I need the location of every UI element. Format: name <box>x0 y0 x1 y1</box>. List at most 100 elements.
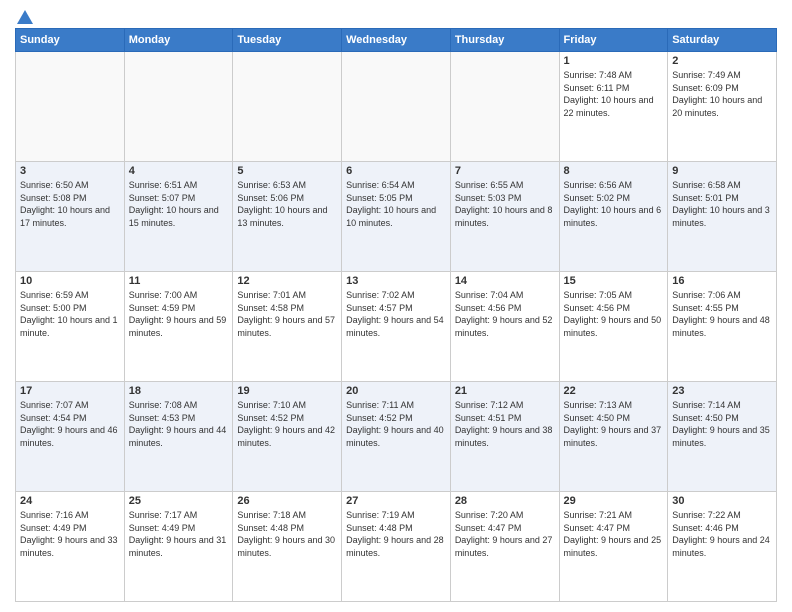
day-number: 23 <box>672 385 772 397</box>
day-number: 1 <box>564 55 664 67</box>
calendar-day-cell <box>233 52 342 162</box>
calendar-table: SundayMondayTuesdayWednesdayThursdayFrid… <box>15 28 777 602</box>
calendar-header-row: SundayMondayTuesdayWednesdayThursdayFrid… <box>16 29 777 52</box>
day-info: Sunrise: 7:49 AMSunset: 6:09 PMDaylight:… <box>672 69 772 119</box>
calendar-day-cell: 25Sunrise: 7:17 AMSunset: 4:49 PMDayligh… <box>124 492 233 602</box>
day-info: Sunrise: 7:12 AMSunset: 4:51 PMDaylight:… <box>455 399 555 449</box>
day-info: Sunrise: 7:00 AMSunset: 4:59 PMDaylight:… <box>129 289 229 339</box>
day-info: Sunrise: 7:06 AMSunset: 4:55 PMDaylight:… <box>672 289 772 339</box>
calendar-day-cell: 3 Sunrise: 6:50 AMSunset: 5:08 PMDaylight… <box>16 162 125 272</box>
calendar-header-wednesday: Wednesday <box>342 29 451 52</box>
day-number: 25 <box>129 495 229 507</box>
calendar-week-row: 17 Sunrise: 7:07 AMSunset: 4:54 PMDayligh… <box>16 382 777 492</box>
day-number: 14 <box>455 275 555 287</box>
calendar-day-cell: 23 Sunrise: 7:14 AMSunset: 4:50 PMDayligh… <box>668 382 777 492</box>
calendar-day-cell: 14 Sunrise: 7:04 AMSunset: 4:56 PMDayligh… <box>450 272 559 382</box>
calendar-day-cell: 4 Sunrise: 6:51 AMSunset: 5:07 PMDaylight… <box>124 162 233 272</box>
day-info: Sunrise: 7:22 AMSunset: 4:46 PMDaylight:… <box>672 509 772 559</box>
calendar-day-cell: 28 Sunrise: 7:20 AMSunset: 4:47 PMDayligh… <box>450 492 559 602</box>
day-info: Sunrise: 7:48 AMSunset: 6:11 PMDaylight:… <box>564 69 664 119</box>
header <box>15 10 777 20</box>
day-info: Sunrise: 7:13 AMSunset: 4:50 PMDaylight:… <box>564 399 664 449</box>
calendar-day-cell: 7 Sunrise: 6:55 AMSunset: 5:03 PMDaylight… <box>450 162 559 272</box>
day-info: Sunrise: 7:21 AMSunset: 4:47 PMDaylight:… <box>564 509 664 559</box>
day-info: Sunrise: 7:16 AMSunset: 4:49 PMDaylight:… <box>20 509 120 559</box>
calendar-header-monday: Monday <box>124 29 233 52</box>
day-number: 21 <box>455 385 555 397</box>
calendar-day-cell: 12 Sunrise: 7:01 AMSunset: 4:58 PMDayligh… <box>233 272 342 382</box>
calendar-week-row: 10 Sunrise: 6:59 AMSunset: 5:00 PMDayligh… <box>16 272 777 382</box>
logo-text <box>15 10 33 24</box>
day-number: 27 <box>346 495 446 507</box>
calendar-day-cell: 29 Sunrise: 7:21 AMSunset: 4:47 PMDayligh… <box>559 492 668 602</box>
day-number: 17 <box>20 385 120 397</box>
calendar-day-cell: 9 Sunrise: 6:58 AMSunset: 5:01 PMDaylight… <box>668 162 777 272</box>
calendar-day-cell <box>124 52 233 162</box>
calendar-day-cell: 2 Sunrise: 7:49 AMSunset: 6:09 PMDaylight… <box>668 52 777 162</box>
day-info: Sunrise: 7:19 AMSunset: 4:48 PMDaylight:… <box>346 509 446 559</box>
calendar-day-cell: 17 Sunrise: 7:07 AMSunset: 4:54 PMDayligh… <box>16 382 125 492</box>
day-info: Sunrise: 7:04 AMSunset: 4:56 PMDaylight:… <box>455 289 555 339</box>
day-number: 15 <box>564 275 664 287</box>
calendar-day-cell: 6Sunrise: 6:54 AMSunset: 5:05 PMDaylight… <box>342 162 451 272</box>
day-number: 24 <box>20 495 120 507</box>
day-info: Sunrise: 7:02 AMSunset: 4:57 PMDaylight:… <box>346 289 446 339</box>
calendar-day-cell: 18Sunrise: 7:08 AMSunset: 4:53 PMDayligh… <box>124 382 233 492</box>
day-number: 30 <box>672 495 772 507</box>
day-number: 10 <box>20 275 120 287</box>
day-info: Sunrise: 6:55 AMSunset: 5:03 PMDaylight:… <box>455 179 555 229</box>
day-info: Sunrise: 7:20 AMSunset: 4:47 PMDaylight:… <box>455 509 555 559</box>
day-number: 28 <box>455 495 555 507</box>
calendar-day-cell: 26Sunrise: 7:18 AMSunset: 4:48 PMDayligh… <box>233 492 342 602</box>
day-number: 4 <box>129 165 229 177</box>
day-number: 9 <box>672 165 772 177</box>
calendar-day-cell: 20Sunrise: 7:11 AMSunset: 4:52 PMDayligh… <box>342 382 451 492</box>
day-number: 19 <box>237 385 337 397</box>
logo <box>15 10 33 20</box>
calendar-day-cell: 22 Sunrise: 7:13 AMSunset: 4:50 PMDayligh… <box>559 382 668 492</box>
calendar-day-cell: 27 Sunrise: 7:19 AMSunset: 4:48 PMDayligh… <box>342 492 451 602</box>
day-info: Sunrise: 6:58 AMSunset: 5:01 PMDaylight:… <box>672 179 772 229</box>
calendar-day-cell: 5 Sunrise: 6:53 AMSunset: 5:06 PMDaylight… <box>233 162 342 272</box>
calendar-week-row: 3 Sunrise: 6:50 AMSunset: 5:08 PMDaylight… <box>16 162 777 272</box>
day-info: Sunrise: 7:01 AMSunset: 4:58 PMDaylight:… <box>237 289 337 339</box>
day-info: Sunrise: 6:53 AMSunset: 5:06 PMDaylight:… <box>237 179 337 229</box>
day-info: Sunrise: 7:08 AMSunset: 4:53 PMDaylight:… <box>129 399 229 449</box>
day-info: Sunrise: 7:14 AMSunset: 4:50 PMDaylight:… <box>672 399 772 449</box>
calendar-day-cell: 30 Sunrise: 7:22 AMSunset: 4:46 PMDayligh… <box>668 492 777 602</box>
day-info: Sunrise: 7:18 AMSunset: 4:48 PMDaylight:… <box>237 509 337 559</box>
calendar-day-cell: 16Sunrise: 7:06 AMSunset: 4:55 PMDayligh… <box>668 272 777 382</box>
day-info: Sunrise: 6:54 AMSunset: 5:05 PMDaylight:… <box>346 179 446 229</box>
day-number: 7 <box>455 165 555 177</box>
calendar-header-tuesday: Tuesday <box>233 29 342 52</box>
day-number: 2 <box>672 55 772 67</box>
calendar-day-cell: 21 Sunrise: 7:12 AMSunset: 4:51 PMDayligh… <box>450 382 559 492</box>
day-info: Sunrise: 6:50 AMSunset: 5:08 PMDaylight:… <box>20 179 120 229</box>
day-number: 29 <box>564 495 664 507</box>
logo-triangle-icon <box>17 10 33 24</box>
day-info: Sunrise: 7:07 AMSunset: 4:54 PMDaylight:… <box>20 399 120 449</box>
calendar-week-row: 24 Sunrise: 7:16 AMSunset: 4:49 PMDayligh… <box>16 492 777 602</box>
calendar-header-thursday: Thursday <box>450 29 559 52</box>
calendar-header-friday: Friday <box>559 29 668 52</box>
calendar-day-cell: 1 Sunrise: 7:48 AMSunset: 6:11 PMDaylight… <box>559 52 668 162</box>
day-number: 3 <box>20 165 120 177</box>
day-number: 22 <box>564 385 664 397</box>
day-number: 12 <box>237 275 337 287</box>
day-number: 20 <box>346 385 446 397</box>
day-number: 8 <box>564 165 664 177</box>
page: SundayMondayTuesdayWednesdayThursdayFrid… <box>0 0 792 612</box>
calendar-day-cell: 15 Sunrise: 7:05 AMSunset: 4:56 PMDayligh… <box>559 272 668 382</box>
day-number: 11 <box>129 275 229 287</box>
calendar-week-row: 1 Sunrise: 7:48 AMSunset: 6:11 PMDaylight… <box>16 52 777 162</box>
day-info: Sunrise: 6:59 AMSunset: 5:00 PMDaylight:… <box>20 289 120 339</box>
day-info: Sunrise: 6:51 AMSunset: 5:07 PMDaylight:… <box>129 179 229 229</box>
calendar-day-cell: 10 Sunrise: 6:59 AMSunset: 5:00 PMDayligh… <box>16 272 125 382</box>
calendar-header-saturday: Saturday <box>668 29 777 52</box>
day-info: Sunrise: 7:05 AMSunset: 4:56 PMDaylight:… <box>564 289 664 339</box>
day-number: 5 <box>237 165 337 177</box>
day-number: 13 <box>346 275 446 287</box>
calendar-day-cell: 19Sunrise: 7:10 AMSunset: 4:52 PMDayligh… <box>233 382 342 492</box>
calendar-day-cell <box>16 52 125 162</box>
calendar-day-cell <box>342 52 451 162</box>
